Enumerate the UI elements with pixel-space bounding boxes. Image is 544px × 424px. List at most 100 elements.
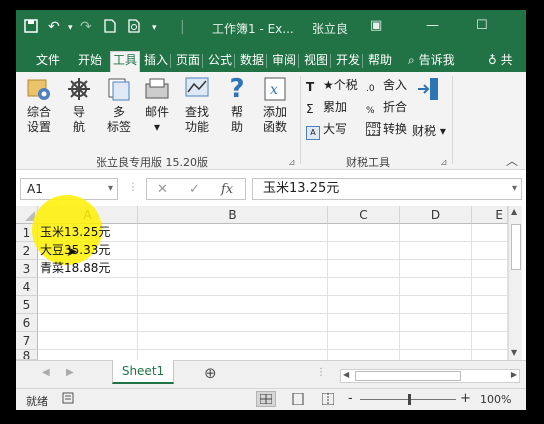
multi-tab-button[interactable]: 多 标签: [102, 76, 136, 135]
expand-formula-icon[interactable]: ▾: [512, 179, 517, 199]
macro-record-icon[interactable]: [62, 392, 74, 407]
horizontal-scrollbar[interactable]: ◀ ▶: [340, 369, 520, 383]
row-header[interactable]: 7: [16, 332, 38, 350]
dialog-launcher-icon[interactable]: ⊿: [440, 158, 448, 168]
undo-icon[interactable]: ↶: [48, 19, 60, 35]
redo-icon[interactable]: ↷: [80, 19, 92, 35]
tell-me-search[interactable]: ⌕ 告诉我: [406, 52, 457, 72]
row-header[interactable]: 8: [16, 350, 38, 360]
tab-tools[interactable]: 工具: [110, 51, 141, 72]
ribbon-display-icon[interactable]: ▣: [370, 18, 382, 33]
grid-cell[interactable]: [138, 242, 328, 260]
prev-sheet-icon[interactable]: ◀: [42, 367, 50, 378]
tab-developer[interactable]: 开发: [334, 52, 362, 72]
row-header[interactable]: 3: [16, 260, 38, 278]
add-function-button[interactable]: x 添加 函数: [258, 76, 292, 135]
finance-dropdown[interactable]: 财税 ▾: [412, 122, 446, 140]
cancel-icon[interactable]: ✕: [157, 182, 168, 197]
customize-qat-icon[interactable]: ▾: [152, 23, 157, 33]
mail-button[interactable]: 邮件 ▾: [140, 76, 174, 135]
grid-cell[interactable]: [138, 278, 328, 296]
column-header-b[interactable]: B: [138, 206, 328, 224]
tab-page-layout[interactable]: 页面: [174, 52, 202, 72]
tab-help[interactable]: 帮助: [366, 52, 394, 72]
help-button[interactable]: ? 帮 助: [220, 76, 254, 135]
grid-cell[interactable]: [138, 260, 328, 278]
undo-dropdown-icon[interactable]: ▾: [68, 23, 73, 33]
grid-cell[interactable]: [328, 260, 400, 278]
chevron-down-icon[interactable]: ▾: [108, 179, 113, 199]
grid-cell[interactable]: [138, 296, 328, 314]
navigation-button[interactable]: 导 航: [62, 76, 96, 135]
tab-file[interactable]: 文件: [34, 52, 62, 72]
column-header-c[interactable]: C: [328, 206, 400, 224]
column-header-d[interactable]: D: [400, 206, 472, 224]
normal-view-icon[interactable]: [256, 391, 276, 407]
user-name[interactable]: 张立良: [312, 20, 348, 37]
dialog-launcher-icon[interactable]: ⊿: [288, 158, 296, 168]
drag-handle-icon[interactable]: ⋮: [316, 367, 326, 378]
formula-input[interactable]: 玉米13.25元 ▾: [252, 178, 522, 200]
grid-cell[interactable]: [328, 278, 400, 296]
maximize-icon[interactable]: ☐: [476, 18, 488, 33]
grid-cell[interactable]: [472, 278, 508, 296]
grid-cell[interactable]: [328, 296, 400, 314]
grid-cell[interactable]: [138, 332, 328, 350]
convert-button[interactable]: ABC 123 转换: [366, 120, 407, 138]
row-header[interactable]: 5: [16, 296, 38, 314]
grid-cell[interactable]: [472, 242, 508, 260]
grid-cell[interactable]: [38, 260, 138, 278]
grid-cell[interactable]: [472, 260, 508, 278]
scroll-down-icon[interactable]: ▼: [511, 348, 517, 357]
grid-cell[interactable]: [328, 332, 400, 350]
grid-cell[interactable]: [328, 224, 400, 242]
vertical-scrollbar[interactable]: ▲ ▼: [508, 206, 522, 360]
finance-tax-button[interactable]: [414, 76, 444, 105]
tab-data[interactable]: 数据: [238, 52, 266, 72]
tab-insert[interactable]: 插入: [142, 52, 170, 72]
round-button[interactable]: .0 舍入: [366, 76, 407, 94]
grid-cell[interactable]: [472, 314, 508, 332]
discount-button[interactable]: % 折合: [366, 98, 407, 116]
save-icon[interactable]: [24, 19, 38, 37]
tab-home[interactable]: 开始: [76, 52, 104, 72]
row-header[interactable]: 6: [16, 314, 38, 332]
find-button[interactable]: 查找 功能: [180, 76, 214, 135]
scroll-up-icon[interactable]: ▲: [511, 207, 517, 216]
grid-cell[interactable]: [472, 332, 508, 350]
row-header[interactable]: 4: [16, 278, 38, 296]
settings-button[interactable]: 综合 设置: [22, 76, 56, 135]
sheet-tab-sheet1[interactable]: Sheet1: [112, 360, 174, 384]
grid-cell[interactable]: [38, 332, 138, 350]
new-file-icon[interactable]: [104, 19, 116, 37]
grid-cell[interactable]: [472, 224, 508, 242]
horizontal-scroll-thumb[interactable]: [355, 371, 461, 381]
insert-function-icon[interactable]: fx: [221, 182, 233, 197]
page-break-view-icon[interactable]: [321, 392, 335, 408]
grid-cell[interactable]: [400, 242, 472, 260]
collapse-ribbon-icon[interactable]: ︿: [506, 152, 518, 169]
drag-handle-icon[interactable]: ⋮: [128, 182, 138, 193]
grid-cell[interactable]: [400, 332, 472, 350]
grid-cell[interactable]: [400, 260, 472, 278]
print-preview-icon[interactable]: [128, 19, 141, 37]
share-button[interactable]: ♁ 共: [486, 52, 515, 72]
accumulate-button[interactable]: Σ 累加: [306, 98, 347, 116]
scroll-right-icon[interactable]: ▶: [511, 370, 517, 379]
tab-formulas[interactable]: 公式: [206, 52, 234, 72]
tab-view[interactable]: 视图: [302, 52, 330, 72]
grid-cell[interactable]: [400, 314, 472, 332]
zoom-in-button[interactable]: +: [460, 391, 471, 406]
minimize-icon[interactable]: —: [426, 18, 439, 33]
income-tax-button[interactable]: T ★个税: [306, 76, 358, 94]
grid-cell[interactable]: [400, 224, 472, 242]
add-sheet-icon[interactable]: ⊕: [204, 364, 217, 382]
uppercase-button[interactable]: A 大写: [306, 120, 347, 140]
grid-cell[interactable]: [400, 278, 472, 296]
grid-cell[interactable]: [472, 296, 508, 314]
grid-cell[interactable]: [138, 224, 328, 242]
grid-cell[interactable]: [400, 296, 472, 314]
scroll-left-icon[interactable]: ◀: [343, 370, 349, 379]
zoom-level[interactable]: 100%: [480, 393, 511, 406]
next-sheet-icon[interactable]: ▶: [66, 367, 74, 378]
